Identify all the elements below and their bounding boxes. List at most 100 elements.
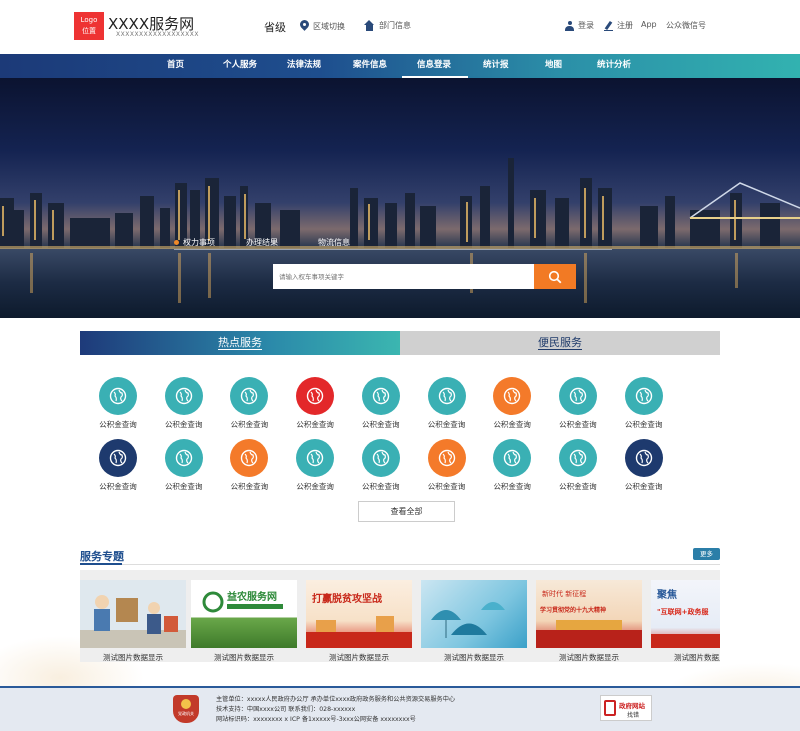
- service-icon-circle: [230, 439, 269, 477]
- service-item[interactable]: 公积金查询: [88, 377, 148, 430]
- view-all-button[interactable]: 查看全部: [358, 501, 455, 522]
- nav-item-reports[interactable]: 统计报表: [468, 54, 530, 92]
- register-link[interactable]: 注册: [604, 20, 633, 31]
- service-item[interactable]: 公积金查询: [548, 439, 608, 492]
- service-label: 公积金查询: [99, 482, 137, 491]
- tab-convenience-label: 便民服务: [538, 336, 582, 350]
- gov-badge-title: 政府网站: [619, 702, 645, 710]
- location-pin-icon: [300, 20, 309, 32]
- topic-card[interactable]: 益农服务网 测试图片数据显示: [191, 580, 297, 662]
- tab-label: 物流信息: [318, 238, 350, 247]
- more-button[interactable]: 更多: [693, 548, 720, 560]
- globe-icon: [503, 387, 521, 405]
- topic-card-label: 测试图片数据显示: [103, 653, 163, 662]
- service-icon-circle: [624, 377, 663, 415]
- tab-logistics[interactable]: 物流信息: [318, 236, 370, 249]
- service-icon-circle: [361, 377, 400, 415]
- svg-text:"互联网+政务服: "互联网+政务服: [657, 607, 710, 616]
- service-icon-circle: [99, 439, 137, 477]
- service-item[interactable]: 公积金查询: [154, 439, 214, 492]
- party-government-emblem[interactable]: 党政机关: [173, 695, 199, 723]
- service-label: 公积金查询: [624, 482, 663, 491]
- globe-icon: [372, 449, 389, 467]
- topic-card[interactable]: 新时代 新征程 学习贯彻党的十九大精神 测试图片数据显示: [536, 580, 642, 662]
- service-icon-circle: [624, 439, 663, 477]
- nav-item-info-login[interactable]: 信息登录: [402, 54, 468, 78]
- topic-card[interactable]: 测试图片数据显示: [421, 580, 527, 662]
- topics-carousel: 测试图片数据显示 益农服务网 测试图片数据显示 打赢脱贫攻坚战 测试图片数据显示: [80, 570, 720, 662]
- tab-results[interactable]: 办理结果: [246, 236, 298, 249]
- service-item[interactable]: 公积金查询: [482, 439, 542, 492]
- service-item[interactable]: 公积金查询: [417, 439, 477, 492]
- topic-card[interactable]: 聚焦 "互联网+政务服 测试图片数据显示: [651, 580, 720, 662]
- topic-card-label: 测试图片数据显示: [444, 653, 504, 662]
- user-icon: [565, 20, 574, 31]
- service-item[interactable]: 公积金查询: [614, 377, 674, 430]
- dept-info[interactable]: 部门信息: [364, 20, 411, 31]
- divider: [80, 564, 720, 565]
- search-tabs: 权力事项 办理结果 物流信息: [174, 236, 612, 250]
- globe-icon: [306, 449, 324, 467]
- service-item[interactable]: 公积金查询: [285, 377, 345, 430]
- pen-icon: [604, 21, 613, 31]
- site-header: Logo 位置 XXXX服务网 XXXXXXXXXXXXXXXXXX 省级 区域…: [0, 0, 800, 54]
- nav-item-cases[interactable]: 案件信息: [338, 54, 402, 78]
- globe-icon: [635, 449, 652, 467]
- login-label: 登录: [578, 21, 594, 30]
- register-label: 注册: [617, 21, 633, 30]
- nav-item-analysis[interactable]: 统计分析: [582, 54, 654, 78]
- globe-icon: [175, 387, 192, 405]
- service-item[interactable]: 公积金查询: [548, 377, 608, 430]
- footer-line-1: 主管单位：xxxxx人民政府办公厅 承办单位xxxx政府政务服务和公共资源交易服…: [216, 696, 456, 703]
- globe-icon: [241, 387, 258, 405]
- topic-card-image-text: 学习贯彻党的十九大精神: [540, 606, 606, 614]
- service-icon-circle: [558, 377, 597, 415]
- topic-card-label: 测试图片数据显示: [674, 653, 720, 662]
- tab-hot-services[interactable]: 热点服务: [80, 331, 400, 355]
- service-item[interactable]: 公积金查询: [285, 439, 345, 492]
- emblem-label: 党政机关: [178, 711, 194, 716]
- logo[interactable]: Logo 位置: [74, 12, 104, 40]
- nav-item-home[interactable]: 首页: [152, 54, 208, 78]
- topic-card-image-text: 聚焦: [656, 588, 677, 601]
- login-link[interactable]: 登录: [565, 20, 594, 31]
- service-item[interactable]: 公积金查询: [351, 377, 411, 430]
- gov-site-error-badge[interactable]: 政府网站 找错: [600, 695, 652, 721]
- service-item[interactable]: 公积金查询: [154, 377, 214, 430]
- service-item[interactable]: 公积金查询: [88, 439, 148, 492]
- service-label: 公积金查询: [230, 420, 269, 429]
- service-item[interactable]: 公积金查询: [219, 439, 279, 492]
- tab-convenience-services[interactable]: 便民服务: [400, 331, 720, 355]
- globe-icon: [438, 387, 455, 405]
- service-item[interactable]: 公积金查询: [351, 439, 411, 492]
- service-label: 公积金查询: [493, 482, 531, 491]
- topic-card-label: 测试图片数据显示: [329, 653, 389, 662]
- topic-card[interactable]: 测试图片数据显示: [80, 580, 186, 662]
- footer-line-3: 网站标识码：xxxxxxxx x ICP 备1xxxxx号-3xxx公网安备 x…: [216, 716, 416, 723]
- app-link[interactable]: App: [641, 20, 657, 29]
- topic-card-image: 聚焦 "互联网+政务服: [651, 580, 720, 648]
- service-icon-circle: [427, 377, 466, 415]
- region-switch[interactable]: 区域切换: [300, 20, 345, 32]
- gov-badge-sub: 找错: [627, 712, 640, 719]
- service-label: 公积金查询: [559, 482, 597, 491]
- nav-item-map[interactable]: 地图: [530, 54, 582, 78]
- service-icon-circle: [164, 377, 203, 415]
- tab-power-items[interactable]: 权力事项: [174, 236, 226, 249]
- nav-item-laws[interactable]: 法律法规: [272, 54, 338, 78]
- nav-item-personal[interactable]: 个人服务: [208, 54, 272, 78]
- service-item[interactable]: 公积金查询: [219, 377, 279, 430]
- province-label: 省级: [264, 21, 286, 34]
- topic-card[interactable]: 打赢脱贫攻坚战 测试图片数据显示: [306, 580, 412, 662]
- service-item[interactable]: 公积金查询: [482, 377, 542, 430]
- service-icon-circle: [558, 439, 597, 477]
- search-button[interactable]: [534, 264, 576, 289]
- wechat-link[interactable]: 公众微信号: [666, 20, 706, 31]
- service-icon-circle: [493, 377, 532, 415]
- search-input[interactable]: [273, 264, 534, 289]
- service-item[interactable]: 公积金查询: [614, 439, 674, 492]
- globe-icon: [175, 449, 192, 467]
- service-label: 公积金查询: [296, 482, 334, 491]
- topic-card-image-text: 益农服务网: [227, 590, 277, 603]
- service-item[interactable]: 公积金查询: [417, 377, 477, 430]
